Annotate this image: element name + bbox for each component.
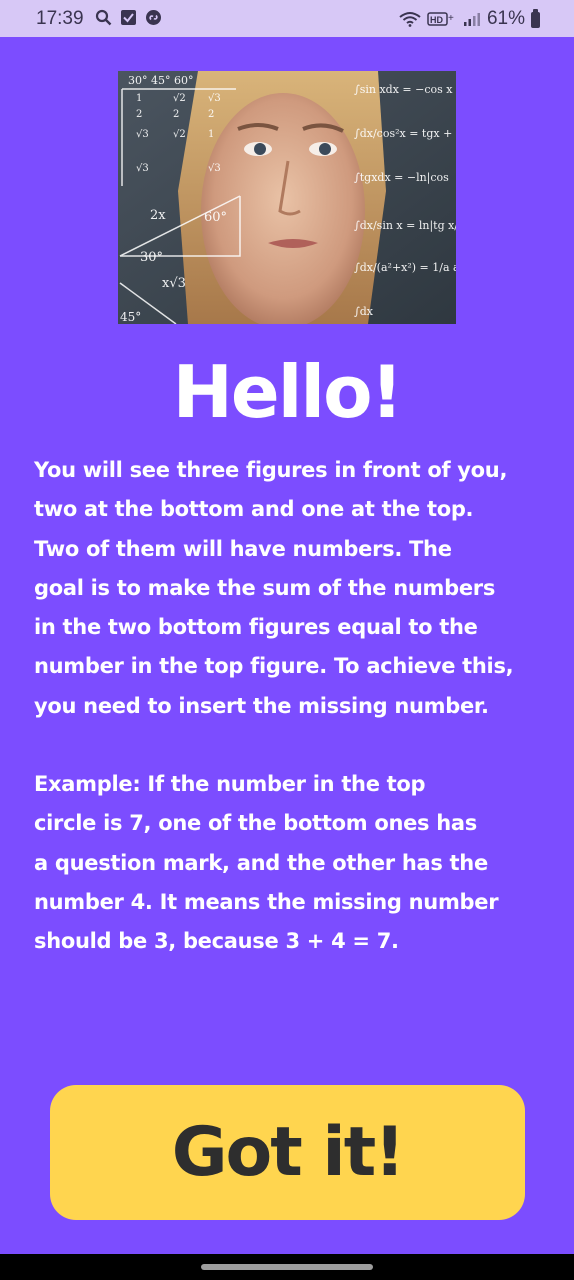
example-paragraph: Example: If the number in the top circle… bbox=[34, 772, 499, 954]
svg-text:2: 2 bbox=[173, 109, 179, 120]
svg-text:√3: √3 bbox=[136, 163, 149, 174]
battery-icon bbox=[531, 9, 540, 28]
svg-text:2: 2 bbox=[208, 109, 214, 120]
meme-formula-3: ∫tgxdx = −ln|cos bbox=[354, 171, 449, 185]
svg-text:+: + bbox=[448, 13, 454, 24]
svg-text:√3: √3 bbox=[208, 163, 221, 174]
home-gesture-handle[interactable] bbox=[201, 1264, 373, 1270]
svg-text:1: 1 bbox=[136, 93, 142, 104]
meme-xroot3: x√3 bbox=[162, 276, 186, 291]
hd-calling-icon: HD + bbox=[427, 12, 454, 26]
meme-formula-1: ∫sin xdx = −cos x bbox=[354, 83, 453, 96]
status-notification-icons bbox=[95, 9, 162, 26]
instructions-text: You will see three figures in front of y… bbox=[34, 451, 544, 962]
signal-icon bbox=[463, 13, 480, 26]
shazam-icon bbox=[146, 10, 161, 25]
instructions-paragraph: You will see three figures in front of y… bbox=[34, 458, 514, 718]
search-icon bbox=[95, 9, 112, 26]
got-it-button[interactable]: Got it! bbox=[50, 1085, 525, 1220]
meme-formula-5: ∫dx/(a²+x²) = 1/a arc bbox=[354, 261, 456, 274]
svg-text:1: 1 bbox=[208, 129, 214, 140]
meme-angle-header: 30° 45° 60° bbox=[128, 74, 193, 87]
navigation-bar bbox=[0, 1254, 574, 1280]
meme-formula-2: ∫dx/cos²x = tgx + C bbox=[354, 127, 456, 140]
svg-text:√3: √3 bbox=[208, 93, 221, 104]
meme-2x: 2x bbox=[150, 208, 166, 223]
svg-text:√2: √2 bbox=[173, 93, 186, 104]
meme-45deg: 45° bbox=[120, 310, 141, 324]
battery-percent: 61% bbox=[486, 8, 525, 29]
svg-text:√3: √3 bbox=[136, 129, 149, 140]
meme-formula-6: ∫dx bbox=[354, 305, 374, 318]
status-system-icons: HD + 61% bbox=[399, 8, 540, 30]
wifi-icon bbox=[399, 12, 421, 27]
svg-text:HD: HD bbox=[430, 15, 443, 25]
meme-formula-4: ∫dx/sin x = ln|tg x/2 bbox=[354, 219, 456, 233]
page-title: Hello! bbox=[172, 350, 404, 434]
svg-text:2: 2 bbox=[136, 109, 142, 120]
status-time: 17:39 bbox=[36, 8, 84, 29]
math-lady-meme-image: 30° 45° 60° 1 √2 √3 2 2 2 √3 √2 1 √3 √3 … bbox=[118, 71, 456, 324]
status-bar: 17:39 HD + 61% bbox=[0, 0, 574, 37]
checkbox-icon bbox=[121, 10, 136, 25]
svg-text:√2: √2 bbox=[173, 129, 186, 140]
meme-30deg: 30° bbox=[140, 250, 163, 265]
